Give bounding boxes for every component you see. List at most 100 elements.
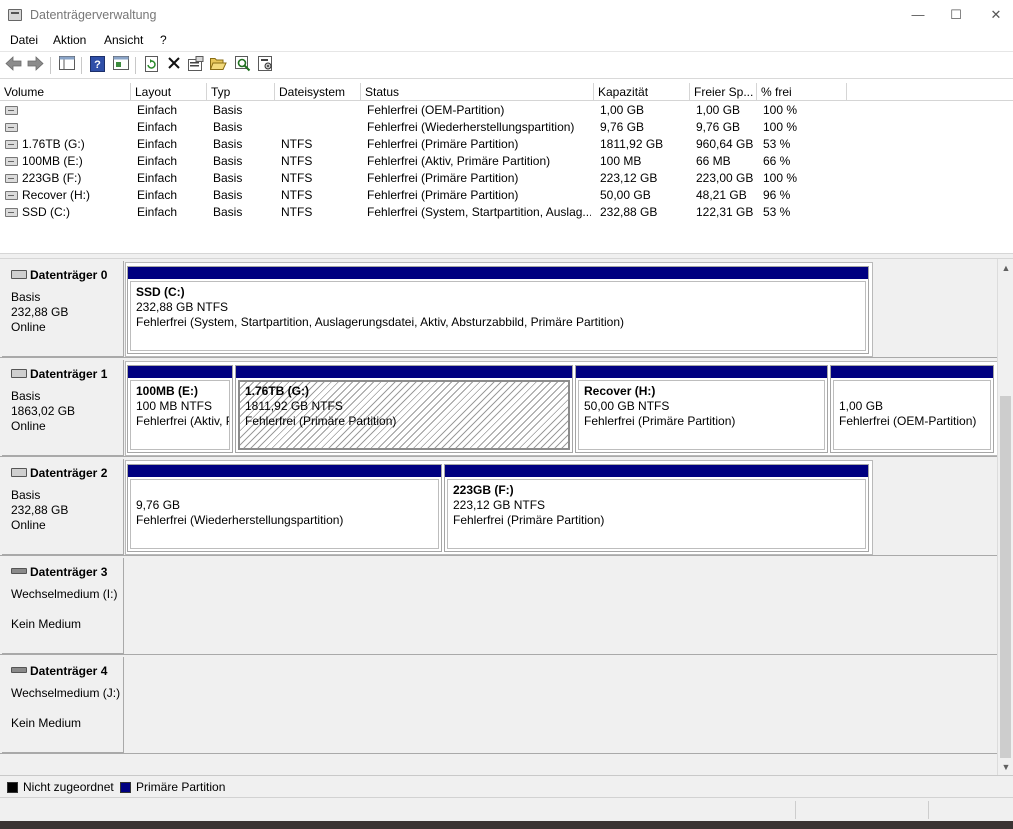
taskbar-edge [0, 821, 1013, 829]
column-header-layout[interactable]: Layout [131, 83, 207, 101]
partition-oem[interactable]: 1,00 GB Fehlerfrei (OEM-Partition) [830, 365, 994, 453]
cell-freier-speicher: 122,31 GB [696, 205, 754, 219]
partition-size: 1811,92 GB NTFS [245, 399, 343, 413]
cell-layout: Einfach [137, 154, 178, 168]
menu-aktion[interactable]: Aktion [53, 33, 86, 47]
scrollbar-thumb[interactable] [1000, 396, 1011, 758]
disk-size: 232,88 GB [11, 305, 69, 319]
volume-icon [5, 157, 18, 166]
legend: Nicht zugeordnet Primäre Partition [0, 775, 1013, 797]
partition-name: SSD (C:) [136, 285, 185, 299]
primary-partition-bar [831, 366, 993, 378]
column-header-typ[interactable]: Typ [207, 83, 275, 101]
cell-typ: Basis [213, 205, 243, 219]
disk-row-4: Datenträger 4 Wechselmedium (J:) Kein Me… [0, 655, 997, 754]
cell-status: Fehlerfrei (Primäre Partition) [367, 137, 519, 151]
column-header-volume[interactable]: Volume [0, 83, 131, 101]
primary-partition-bar [128, 267, 868, 279]
cell-freier-speicher: 1,00 GB [696, 103, 741, 117]
disk-row-0: Datenträger 0 Basis 232,88 GB Online SSD… [0, 259, 997, 358]
toolbar-separator [50, 57, 51, 74]
cell-kapazitaet: 223,12 GB [600, 171, 658, 185]
scroll-up-icon[interactable]: ▲ [998, 260, 1013, 276]
disk-name: Datenträger 3 [30, 565, 108, 579]
disk-row-1: Datenträger 1 Basis 1863,02 GB Online 10… [0, 358, 997, 457]
column-header-freier-speicher[interactable]: Freier Sp... [690, 83, 757, 101]
volume-icon [5, 106, 18, 115]
disk-status: Kein Medium [11, 617, 82, 631]
disk-status: Kein Medium [11, 716, 82, 730]
window-title: Datenträgerverwaltung [30, 8, 157, 22]
disk-size: 1863,02 GB [11, 404, 76, 418]
cell-kapazitaet: 50,00 GB [600, 188, 651, 202]
cell-kapazitaet: 1811,92 GB [600, 137, 664, 151]
table-row[interactable]: Einfach Basis Fehlerfrei (Wiederherstell… [0, 119, 1013, 136]
disk-name: Datenträger 0 [30, 268, 108, 282]
primary-partition-bar [128, 366, 232, 378]
table-row[interactable]: Recover (H:) Einfach Basis NTFS Fehlerfr… [0, 187, 1013, 204]
menu-ansicht[interactable]: Ansicht [104, 33, 143, 47]
forward-arrow-icon[interactable] [26, 56, 45, 75]
disk-label-1[interactable]: Datenträger 1 Basis 1863,02 GB Online [2, 360, 124, 456]
volume-list-header: Volume Layout Typ Dateisystem Status Kap… [0, 83, 1013, 101]
table-row[interactable]: 100MB (E:) Einfach Basis NTFS Fehlerfrei… [0, 153, 1013, 170]
minimize-button[interactable]: — [898, 0, 938, 30]
partition-name: 1.76TB (G:) [245, 384, 310, 398]
partition-name: 223GB (F:) [453, 483, 514, 497]
delete-icon[interactable] [164, 56, 183, 75]
disk-type: Wechselmedium (J:) [11, 686, 121, 700]
partition-ssd-c[interactable]: SSD (C:) 232,88 GB NTFS Fehlerfrei (Syst… [127, 266, 869, 354]
properties-icon[interactable] [186, 56, 205, 75]
disk-label-3[interactable]: Datenträger 3 Wechselmedium (I:) Kein Me… [2, 558, 124, 654]
partition-status: Fehlerfrei (Primäre Partition) [245, 414, 397, 428]
table-row[interactable]: 1.76TB (G:) Einfach Basis NTFS Fehlerfre… [0, 136, 1013, 153]
open-folder-icon[interactable] [209, 56, 228, 75]
details-pane-icon[interactable] [111, 56, 130, 75]
rescan-icon[interactable] [233, 56, 252, 75]
cell-status: Fehlerfrei (Primäre Partition) [367, 188, 519, 202]
scroll-down-icon[interactable]: ▼ [998, 759, 1013, 775]
partition-1-76tb-g[interactable]: 1.76TB (G:) 1811,92 GB NTFS Fehlerfrei (… [235, 365, 573, 453]
settings-icon[interactable] [256, 56, 275, 75]
partition-recover-h[interactable]: Recover (H:) 50,00 GB NTFS Fehlerfrei (P… [575, 365, 828, 453]
disk-name: Datenträger 2 [30, 466, 108, 480]
menu-help[interactable]: ? [160, 33, 167, 47]
cell-prozent-frei: 96 % [763, 188, 791, 202]
cell-typ: Basis [213, 120, 243, 134]
disk-label-2[interactable]: Datenträger 2 Basis 232,88 GB Online [2, 459, 124, 555]
help-icon[interactable]: ? [88, 56, 107, 75]
refresh-icon[interactable] [142, 56, 161, 75]
cell-freier-speicher: 66 MB [696, 154, 731, 168]
disk-label-0[interactable]: Datenträger 0 Basis 232,88 GB Online [2, 261, 124, 357]
table-row[interactable]: SSD (C:) Einfach Basis NTFS Fehlerfrei (… [0, 204, 1013, 221]
back-arrow-icon[interactable] [4, 56, 23, 75]
column-header-kapazitaet[interactable]: Kapazität [594, 83, 690, 101]
disk-name: Datenträger 4 [30, 664, 108, 678]
disk-partitions-frame: SSD (C:) 232,88 GB NTFS Fehlerfrei (Syst… [125, 262, 873, 357]
cell-prozent-frei: 53 % [763, 137, 791, 151]
disk-view-scrollbar[interactable]: ▲ ▼ [997, 259, 1013, 775]
partition-recovery[interactable]: 9,76 GB Fehlerfrei (Wiederherstellungspa… [127, 464, 442, 552]
cell-layout: Einfach [137, 171, 178, 185]
column-header-prozent-frei[interactable]: % frei [757, 83, 847, 101]
partition-100mb-e[interactable]: 100MB (E:) 100 MB NTFS Fehlerfrei (Aktiv… [127, 365, 233, 453]
partition-body: Recover (H:) 50,00 GB NTFS Fehlerfrei (P… [578, 380, 825, 450]
close-button[interactable]: ✕ [976, 0, 1013, 30]
cell-status: Fehlerfrei (Primäre Partition) [367, 171, 519, 185]
status-bar [0, 797, 1013, 821]
table-row[interactable]: 223GB (F:) Einfach Basis NTFS Fehlerfrei… [0, 170, 1013, 187]
column-header-status[interactable]: Status [361, 83, 594, 101]
partition-status: Fehlerfrei (Primäre Partition) [453, 513, 605, 527]
partition-name: 100MB (E:) [136, 384, 199, 398]
partition-223gb-f[interactable]: 223GB (F:) 223,12 GB NTFS Fehlerfrei (Pr… [444, 464, 869, 552]
table-row[interactable]: Einfach Basis Fehlerfrei (OEM-Partition)… [0, 102, 1013, 119]
primary-partition-bar [445, 465, 868, 477]
maximize-button[interactable]: ☐ [936, 0, 976, 30]
console-tree-icon[interactable] [57, 56, 76, 75]
disk-label-4[interactable]: Datenträger 4 Wechselmedium (J:) Kein Me… [2, 657, 124, 753]
cell-status: Fehlerfrei (System, Startpartition, Ausl… [367, 205, 591, 219]
volume-icon [5, 140, 18, 149]
menu-datei[interactable]: Datei [10, 33, 38, 47]
partition-name: Recover (H:) [584, 384, 656, 398]
column-header-dateisystem[interactable]: Dateisystem [275, 83, 361, 101]
